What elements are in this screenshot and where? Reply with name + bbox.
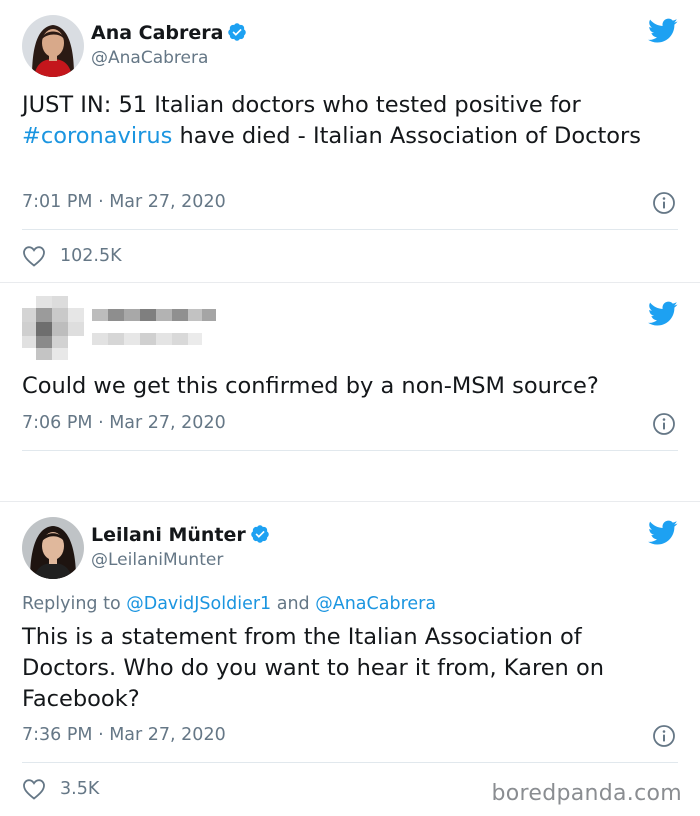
- tweet-text: Could we get this confirmed by a non-MSM…: [22, 373, 599, 399]
- tweet-card-hidden-author: Could we get this confirmed by a non-MSM…: [0, 283, 700, 501]
- author-name-text: Ana Cabrera: [91, 22, 224, 44]
- divider: [22, 762, 678, 763]
- twitter-bird-icon[interactable]: [648, 18, 678, 44]
- mention-link[interactable]: @DavidJSoldier1: [126, 594, 271, 614]
- replying-to-label: Replying to: [22, 594, 127, 614]
- author-name-text: Leilani Münter: [91, 524, 246, 546]
- info-icon[interactable]: [652, 412, 676, 436]
- avatar-ana-cabrera[interactable]: [22, 15, 84, 77]
- twitter-bird-icon[interactable]: [648, 520, 678, 546]
- tweet-card-ana-cabrera: Ana Cabrera @AnaCabrera JUST IN: 51 Ital…: [0, 0, 700, 282]
- mention-link[interactable]: @AnaCabrera: [315, 594, 436, 614]
- like-count: 102.5K: [60, 246, 122, 266]
- like-count: 3.5K: [60, 779, 100, 799]
- verified-badge-icon: [251, 525, 269, 543]
- tweet-text: JUST IN: 51 Italian doctors who tested p…: [22, 90, 672, 152]
- author-handle[interactable]: @LeilaniMunter: [91, 550, 223, 570]
- info-icon[interactable]: [652, 191, 676, 215]
- tweet-card-leilani-munter: Leilani Münter @LeilaniMunter Replying t…: [0, 502, 700, 816]
- watermark: boredpanda.com: [491, 781, 682, 806]
- avatar-leilani-munter[interactable]: [22, 517, 84, 579]
- info-icon[interactable]: [652, 724, 676, 748]
- author-name[interactable]: Leilani Münter: [91, 524, 270, 546]
- heart-icon: [23, 779, 45, 800]
- tweet-text-part: have died - Italian Association of Docto…: [172, 123, 642, 149]
- twitter-bird-icon[interactable]: [648, 301, 678, 327]
- replying-to-conjunction: and: [271, 594, 316, 614]
- like-button[interactable]: 3.5K: [22, 777, 99, 801]
- verified-badge-icon: [228, 23, 247, 41]
- divider: [22, 450, 678, 451]
- pixelated-author-name: [92, 309, 216, 345]
- tweet-timestamp[interactable]: 7:01 PM · Mar 27, 2020: [22, 192, 226, 212]
- hashtag-link[interactable]: #coronavirus: [22, 123, 172, 149]
- tweet-timestamp[interactable]: 7:06 PM · Mar 27, 2020: [22, 413, 226, 433]
- replying-to-line: Replying to @DavidJSoldier1 and @AnaCabr…: [22, 594, 436, 614]
- heart-icon: [23, 246, 45, 267]
- tweet-timestamp[interactable]: 7:36 PM · Mar 27, 2020: [22, 725, 226, 745]
- author-name[interactable]: Ana Cabrera: [91, 22, 247, 44]
- tweet-text: This is a statement from the Italian Ass…: [22, 624, 604, 712]
- tweet-text-part: JUST IN: 51 Italian doctors who tested p…: [22, 92, 581, 118]
- like-button[interactable]: 102.5K: [22, 244, 122, 268]
- pixelated-avatar: [22, 296, 84, 360]
- divider: [22, 229, 678, 230]
- author-handle[interactable]: @AnaCabrera: [91, 48, 208, 68]
